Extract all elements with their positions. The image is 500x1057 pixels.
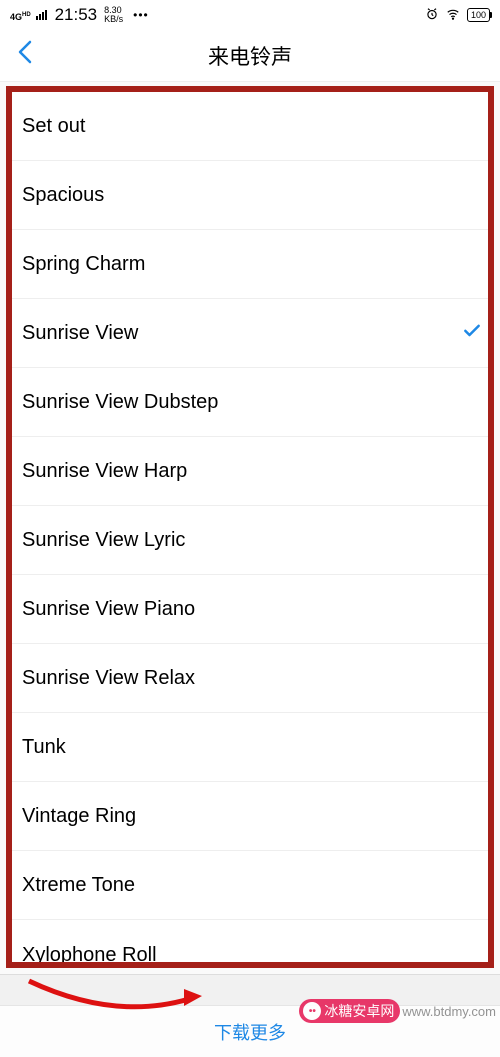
list-item[interactable]: Sunrise View Dubstep bbox=[12, 368, 488, 437]
ringtone-label: Tunk bbox=[22, 736, 482, 759]
list-item[interactable]: Xylophone Roll bbox=[12, 920, 488, 968]
ringtone-label: Sunrise View Piano bbox=[22, 598, 482, 621]
list-item[interactable]: Sunrise View Lyric bbox=[12, 506, 488, 575]
alarm-icon bbox=[425, 7, 439, 24]
list-item[interactable]: Vintage Ring bbox=[12, 782, 488, 851]
checkmark-icon bbox=[462, 320, 482, 346]
watermark-url: www.btdmy.com bbox=[402, 1004, 496, 1019]
status-right: 100 bbox=[425, 7, 490, 24]
list-item[interactable]: Sunrise View Harp bbox=[12, 437, 488, 506]
list-item[interactable]: Xtreme Tone bbox=[12, 851, 488, 920]
ringtone-label: Spring Charm bbox=[22, 253, 482, 276]
list-item[interactable]: Set out bbox=[12, 92, 488, 161]
list-item[interactable]: Sunrise View bbox=[12, 299, 488, 368]
wifi-icon bbox=[445, 7, 461, 24]
list-item[interactable]: Sunrise View Piano bbox=[12, 575, 488, 644]
list-item[interactable]: Sunrise View Relax bbox=[12, 644, 488, 713]
ringtone-label: Set out bbox=[22, 115, 482, 138]
clock: 21:53 bbox=[55, 5, 98, 25]
page-title: 来电铃声 bbox=[0, 41, 500, 71]
more-dots-icon: ••• bbox=[133, 8, 149, 22]
ringtone-label: Sunrise View Relax bbox=[22, 667, 482, 690]
ringtone-label: Sunrise View Lyric bbox=[22, 529, 482, 552]
status-left: 4GHD 21:53 8.30KB/s ••• bbox=[10, 5, 149, 25]
list-item[interactable]: Spacious bbox=[12, 161, 488, 230]
watermark-badge: •• 冰糖安卓网 bbox=[299, 999, 400, 1023]
net-speed: 8.30KB/s bbox=[104, 6, 123, 24]
back-button[interactable] bbox=[0, 38, 50, 74]
ringtone-list: Set out Spacious Spring Charm Sunrise Vi… bbox=[6, 86, 494, 968]
ringtone-label: Sunrise View Harp bbox=[22, 460, 482, 483]
status-bar: 4GHD 21:53 8.30KB/s ••• 100 bbox=[0, 0, 500, 30]
ringtone-label: Xtreme Tone bbox=[22, 874, 482, 897]
navbar: 来电铃声 bbox=[0, 30, 500, 82]
watermark-brand: 冰糖安卓网 bbox=[324, 1001, 394, 1021]
ringtone-label: Vintage Ring bbox=[22, 805, 482, 828]
list-item[interactable]: Spring Charm bbox=[12, 230, 488, 299]
ringtone-label: Xylophone Roll bbox=[22, 944, 482, 967]
watermark: •• 冰糖安卓网 www.btdmy.com bbox=[299, 999, 500, 1023]
ringtone-label: Spacious bbox=[22, 184, 482, 207]
list-item[interactable]: Tunk bbox=[12, 713, 488, 782]
ringtone-label: Sunrise View Dubstep bbox=[22, 391, 482, 414]
battery-icon: 100 bbox=[467, 8, 490, 22]
signal-icon: 4GHD bbox=[10, 7, 47, 23]
ringtone-label: Sunrise View bbox=[22, 322, 462, 345]
